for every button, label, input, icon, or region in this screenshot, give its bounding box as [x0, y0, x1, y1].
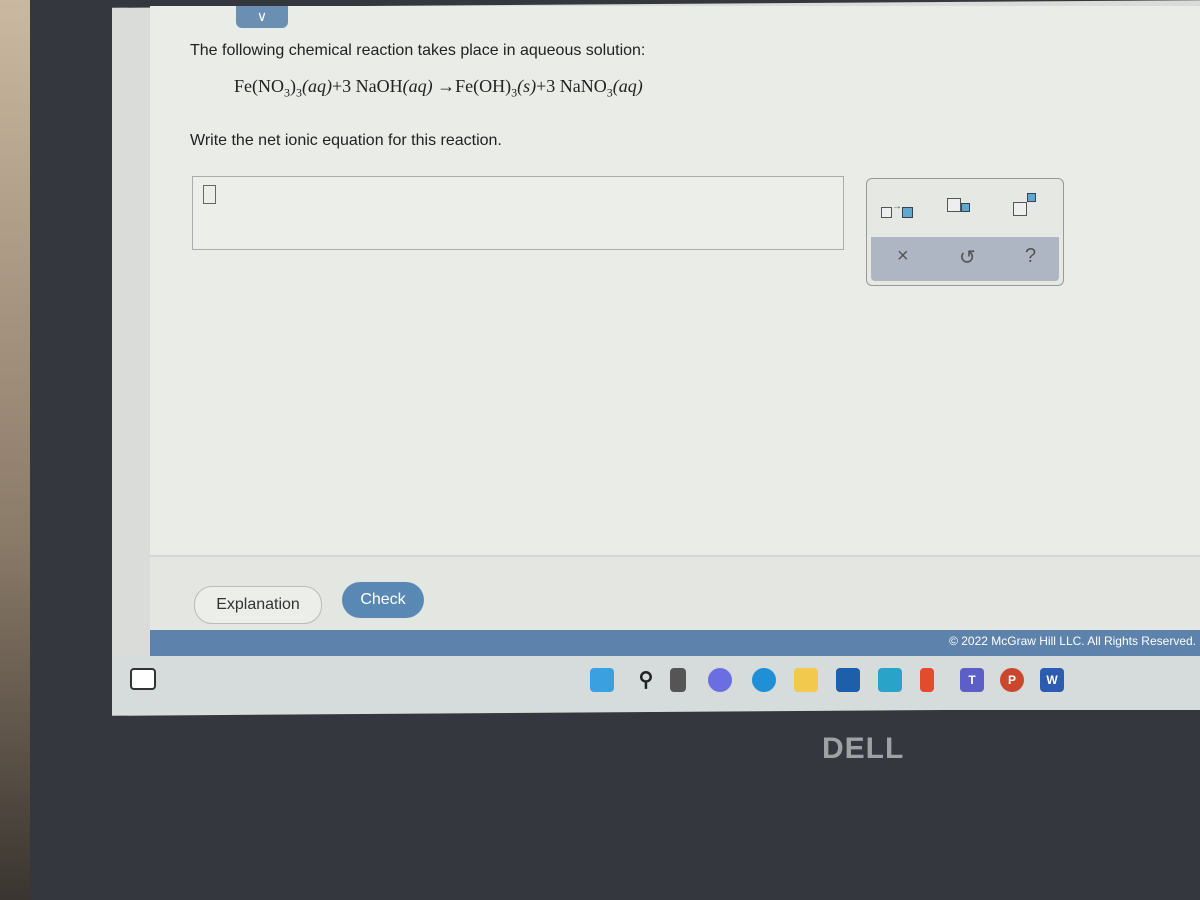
check-button[interactable]: Check — [342, 582, 424, 618]
mail-icon[interactable] — [878, 668, 902, 692]
widgets-icon[interactable] — [130, 668, 156, 690]
subscript-button[interactable] — [947, 195, 970, 218]
question-prompt: Write the net ionic equation for this re… — [190, 132, 502, 149]
search-icon[interactable]: ⚲ — [634, 668, 658, 692]
collapse-chevron-icon[interactable]: ∨ — [236, 6, 288, 28]
undo-icon[interactable]: ↺ — [959, 245, 976, 270]
chat-icon[interactable] — [708, 668, 732, 692]
start-icon[interactable] — [590, 668, 614, 692]
explanation-button[interactable]: Explanation — [194, 586, 322, 624]
taskbar: ⚲ T P W — [112, 656, 1200, 710]
teams-icon[interactable]: T — [960, 668, 984, 692]
file-explorer-icon[interactable] — [794, 668, 818, 692]
edge-icon[interactable] — [752, 668, 776, 692]
powerpoint-icon[interactable]: P — [1000, 668, 1024, 692]
clear-icon[interactable]: × — [897, 245, 909, 268]
reaction-arrow-button[interactable]: → — [881, 201, 913, 224]
input-placeholder-box — [203, 185, 216, 204]
chemical-equation: Fe(NO3)3(aq)+3 NaOH(aq) →Fe(OH)3(s)+3 Na… — [234, 76, 643, 100]
copyright: © 2022 McGraw Hill LLC. All Rights Reser… — [949, 634, 1196, 648]
question-intro: The following chemical reaction takes pl… — [190, 42, 646, 59]
answer-input[interactable] — [192, 176, 844, 250]
office-icon[interactable] — [920, 668, 934, 692]
dell-logo: DELL — [822, 732, 905, 765]
equation-toolbox: → × ↺ ? — [866, 178, 1064, 286]
help-icon[interactable]: ? — [1025, 245, 1036, 268]
footer-bar: © 2022 McGraw Hill LLC. All Rights Reser… — [150, 630, 1200, 656]
task-view-icon[interactable] — [670, 668, 686, 692]
store-icon[interactable] — [836, 668, 860, 692]
word-icon[interactable]: W — [1040, 668, 1064, 692]
superscript-button[interactable] — [1013, 193, 1036, 216]
toolbox-actions: × ↺ ? — [871, 237, 1059, 281]
